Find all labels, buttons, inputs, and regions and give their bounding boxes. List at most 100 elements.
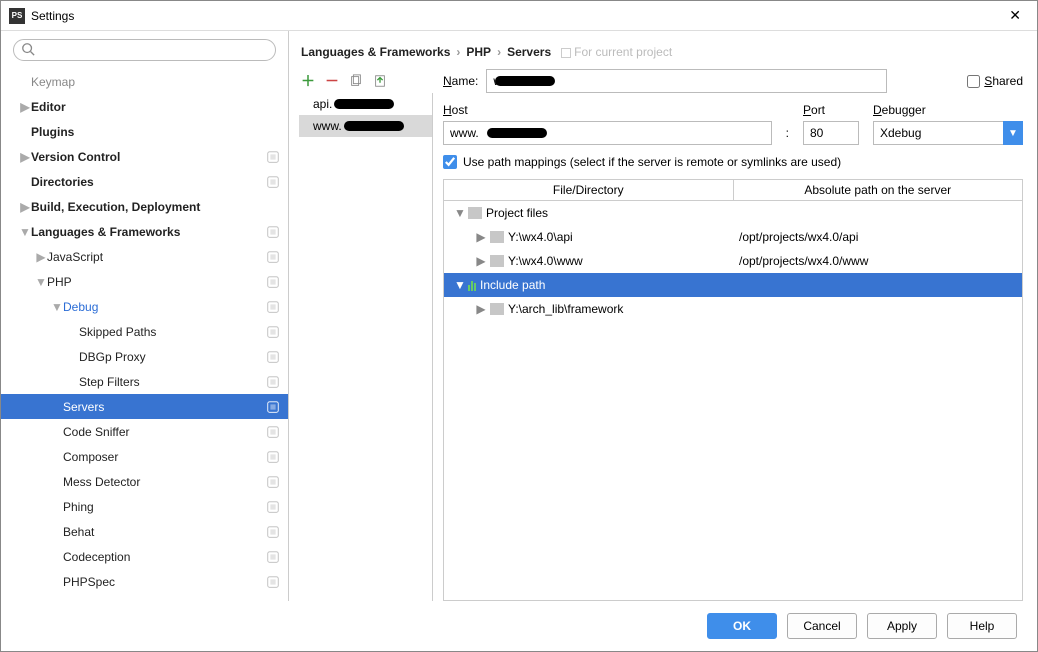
host-input[interactable]	[443, 121, 772, 145]
import-server-icon[interactable]	[373, 74, 387, 88]
sidebar-item-plugins[interactable]: Plugins	[1, 119, 288, 144]
port-input[interactable]	[803, 121, 859, 145]
sidebar-item-label: Skipped Paths	[79, 325, 266, 339]
sidebar-item-step-filters[interactable]: Step Filters	[1, 369, 288, 394]
sidebar-item-code-sniffer[interactable]: Code Sniffer	[1, 419, 288, 444]
folder-icon	[490, 303, 504, 315]
use-path-mappings-label: Use path mappings (select if the server …	[463, 155, 841, 169]
mapping-file-label: Y:\wx4.0\api	[508, 230, 573, 244]
sidebar-item-phing[interactable]: Phing	[1, 494, 288, 519]
server-list-item[interactable]: api.	[299, 93, 432, 115]
sidebar-item-composer[interactable]: Composer	[1, 444, 288, 469]
sidebar-item-version-control[interactable]: ▶Version Control	[1, 144, 288, 169]
mapping-file-label: Project files	[486, 206, 548, 220]
mapping-file-label: Include path	[480, 278, 545, 292]
name-input[interactable]	[486, 69, 886, 93]
tree-arrow-icon: ▶	[476, 254, 486, 268]
ok-button[interactable]: OK	[707, 613, 777, 639]
project-scope-icon	[266, 550, 280, 564]
use-path-mappings-checkbox[interactable]: Use path mappings (select if the server …	[443, 155, 1023, 169]
folder-icon	[490, 231, 504, 243]
window-title: Settings	[31, 9, 1001, 23]
sidebar-item-dbgp-proxy[interactable]: DBGp Proxy	[1, 344, 288, 369]
sidebar-item-label: Build, Execution, Deployment	[31, 200, 280, 214]
sidebar-item-codeception[interactable]: Codeception	[1, 544, 288, 569]
titlebar: PS Settings ✕	[1, 1, 1037, 31]
sidebar-item-directories[interactable]: Directories	[1, 169, 288, 194]
sidebar-item-mess-detector[interactable]: Mess Detector	[1, 469, 288, 494]
sidebar-item-languages-frameworks[interactable]: ▼Languages & Frameworks	[1, 219, 288, 244]
mapping-row[interactable]: ▶ Y:\wx4.0\api/opt/projects/wx4.0/api	[444, 225, 1022, 249]
project-scope-icon	[266, 300, 280, 314]
shared-checkbox-input[interactable]	[967, 75, 980, 88]
apply-button[interactable]: Apply	[867, 613, 937, 639]
tree-arrow-icon: ▼	[51, 300, 63, 314]
sidebar-item-php[interactable]: ▼PHP	[1, 269, 288, 294]
settings-tree[interactable]: Keymap▶EditorPlugins▶Version ControlDire…	[1, 69, 288, 601]
project-scope-icon	[266, 175, 280, 189]
tree-arrow-icon: ▼	[35, 275, 47, 289]
server-list-column: ＋ － api.www.	[299, 69, 433, 601]
main: Keymap▶EditorPlugins▶Version ControlDire…	[1, 31, 1037, 601]
sidebar-item-label: Phing	[63, 500, 266, 514]
sidebar-item-label: Step Filters	[79, 375, 266, 389]
breadcrumb-hint-label: For current project	[574, 45, 672, 59]
sidebar-item-label: Languages & Frameworks	[31, 225, 266, 239]
mapping-body[interactable]: ▼Project files▶Y:\wx4.0\api/opt/projects…	[444, 201, 1022, 600]
folder-icon	[490, 255, 504, 267]
include-path-icon	[468, 279, 476, 291]
sidebar-item-skipped-paths[interactable]: Skipped Paths	[1, 319, 288, 344]
mapping-abs-path[interactable]: /opt/projects/wx4.0/api	[733, 230, 1022, 244]
sidebar-item-label: Plugins	[31, 125, 280, 139]
tree-arrow-icon: ▶	[19, 100, 31, 114]
debugger-select[interactable]: Xdebug	[873, 121, 1023, 145]
sidebar-item-editor[interactable]: ▶Editor	[1, 94, 288, 119]
mapping-row[interactable]: ▼ Include path	[444, 273, 1022, 297]
shared-label: Shared	[984, 74, 1023, 88]
debugger-select-wrap: Xdebug ▼	[873, 121, 1023, 145]
breadcrumb-a[interactable]: Languages & Frameworks	[301, 45, 450, 59]
sidebar-item-label: Code Sniffer	[63, 425, 266, 439]
mapping-row[interactable]: ▼Project files	[444, 201, 1022, 225]
mapping-header-file[interactable]: File/Directory	[444, 180, 734, 200]
search-input[interactable]	[13, 39, 276, 61]
mapping-abs-path[interactable]: /opt/projects/wx4.0/www	[733, 254, 1022, 268]
search-row	[1, 31, 288, 69]
breadcrumb-c[interactable]: Servers	[507, 45, 551, 59]
server-list-item[interactable]: www.	[299, 115, 432, 137]
sidebar-item-javascript[interactable]: ▶JavaScript	[1, 244, 288, 269]
sidebar-item-keymap[interactable]: Keymap	[1, 69, 288, 94]
mapping-row[interactable]: ▶Y:\arch_lib\framework	[444, 297, 1022, 321]
path-mapping-table: File/Directory Absolute path on the serv…	[443, 179, 1023, 601]
sidebar-item-label: Editor	[31, 100, 280, 114]
copy-server-icon[interactable]	[349, 74, 363, 88]
cancel-button[interactable]: Cancel	[787, 613, 857, 639]
shared-checkbox[interactable]: Shared	[967, 74, 1023, 88]
sidebar-item-label: PHPSpec	[63, 575, 266, 589]
project-scope-icon	[266, 275, 280, 289]
tree-arrow-icon: ▶	[35, 250, 47, 264]
tree-arrow-icon: ▶	[476, 230, 486, 244]
server-list[interactable]: api.www.	[299, 93, 433, 601]
sidebar-item-servers[interactable]: Servers	[1, 394, 288, 419]
mapping-file-label: Y:\wx4.0\www	[508, 254, 583, 268]
breadcrumb-b[interactable]: PHP	[466, 45, 491, 59]
help-button[interactable]: Help	[947, 613, 1017, 639]
mapping-header-abs[interactable]: Absolute path on the server	[734, 180, 1023, 200]
remove-server-icon[interactable]: －	[325, 71, 339, 91]
sidebar-item-label: Codeception	[63, 550, 266, 564]
host-port-separator: :	[786, 126, 789, 145]
tree-arrow-icon: ▼	[454, 278, 464, 292]
close-icon[interactable]: ✕	[1001, 3, 1029, 28]
sidebar-item-behat[interactable]: Behat	[1, 519, 288, 544]
mapping-row[interactable]: ▶ Y:\wx4.0\www/opt/projects/wx4.0/www	[444, 249, 1022, 273]
host-port-debugger-row: Host : Port Debugger	[443, 103, 1023, 145]
sidebar-item-phpspec[interactable]: PHPSpec	[1, 569, 288, 594]
use-path-mappings-input[interactable]	[443, 155, 457, 169]
project-scope-icon	[266, 225, 280, 239]
sidebar-item-debug[interactable]: ▼Debug	[1, 294, 288, 319]
sidebar-item-build-execution-deployment[interactable]: ▶Build, Execution, Deployment	[1, 194, 288, 219]
folder-icon	[468, 207, 482, 219]
mapping-header: File/Directory Absolute path on the serv…	[444, 180, 1022, 201]
add-server-icon[interactable]: ＋	[301, 71, 315, 91]
